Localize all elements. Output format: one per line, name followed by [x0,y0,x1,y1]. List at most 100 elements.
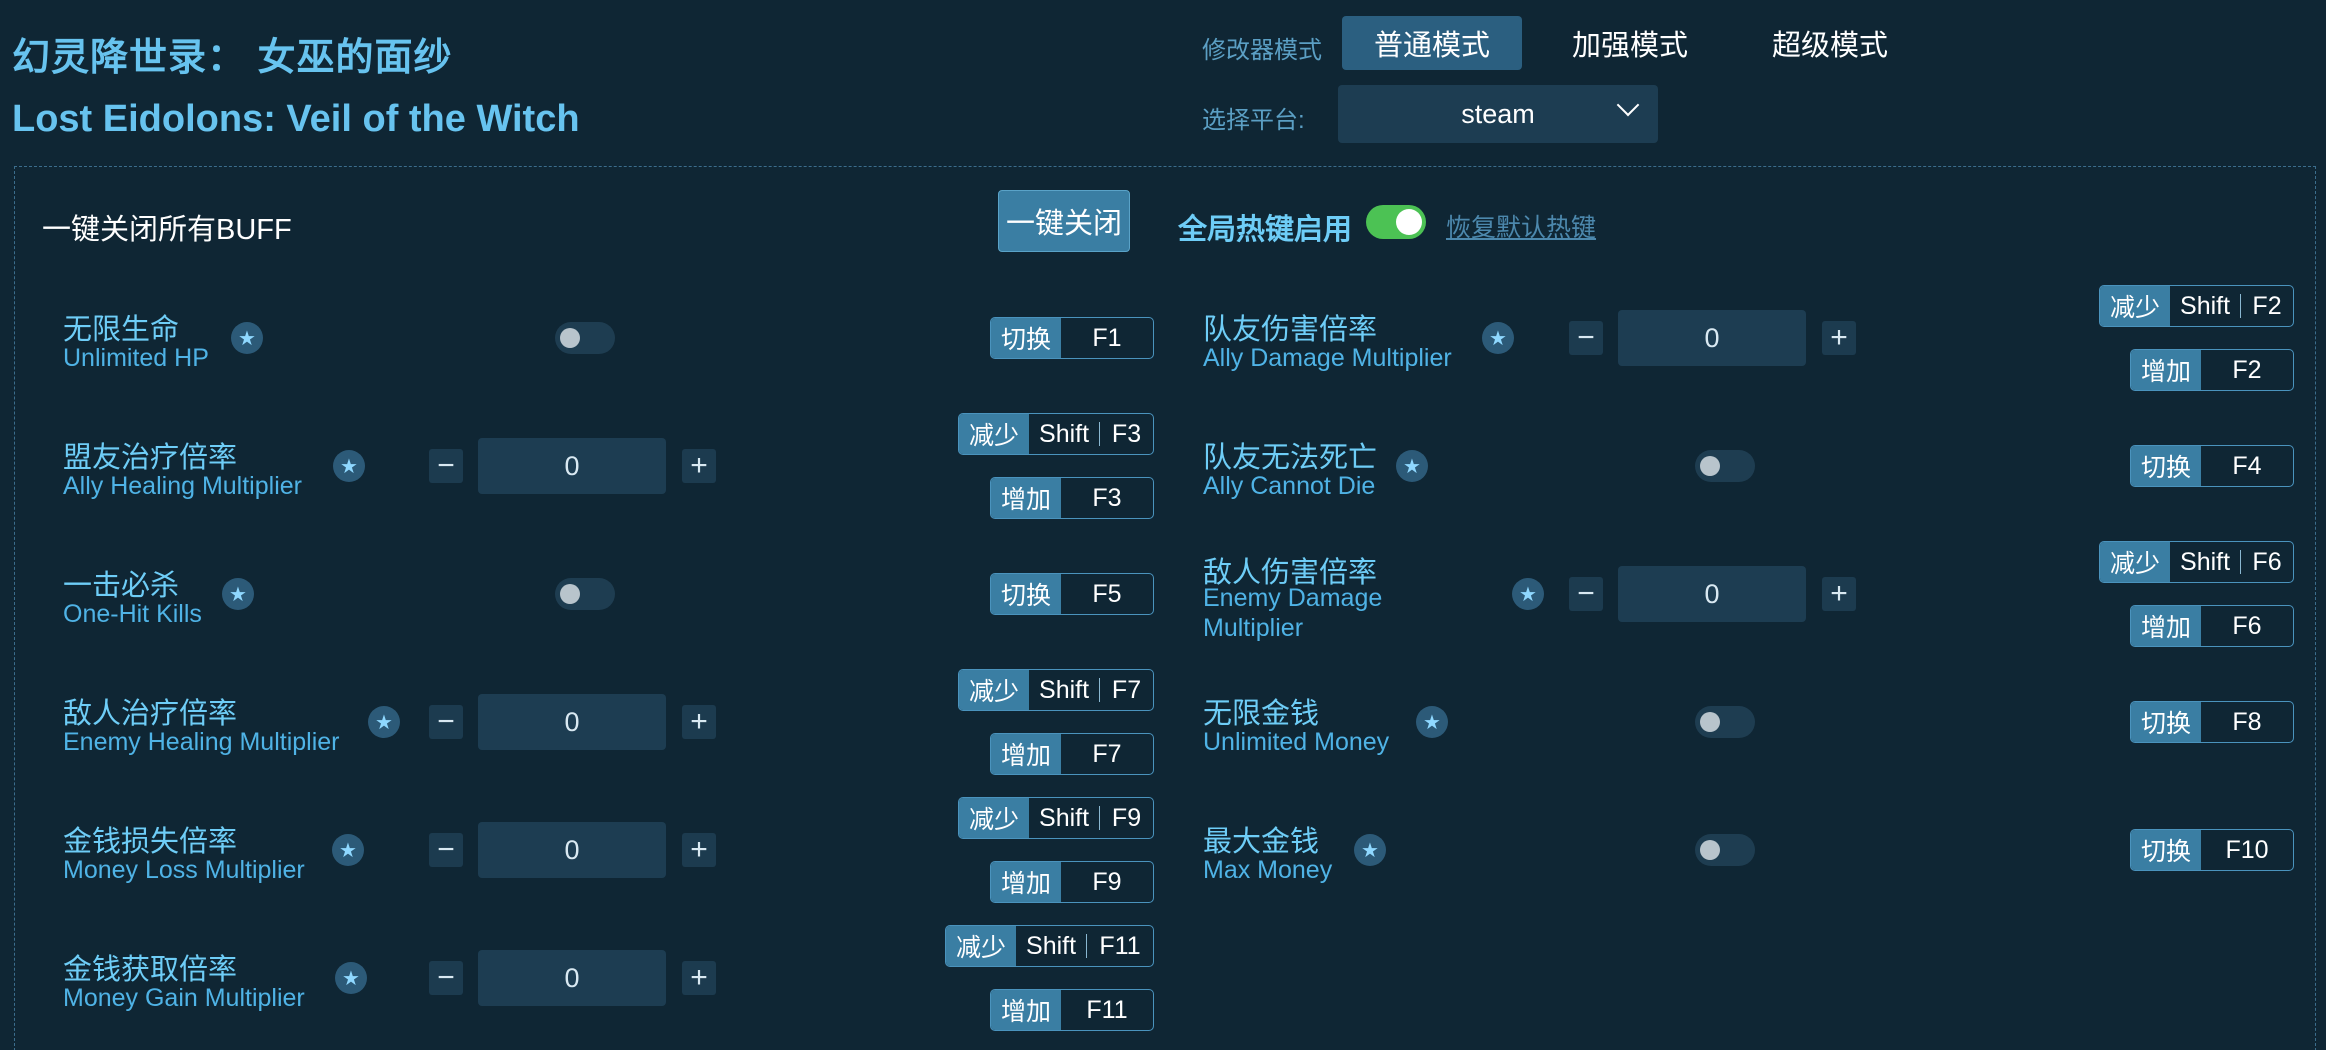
key-modifier: Shift [1039,419,1090,448]
key-value: F9 [1092,867,1122,896]
hotkey-decrease-key[interactable]: 减少 Shift F3 [958,413,1154,455]
plus-icon[interactable]: + [1822,321,1856,355]
disable-all-buff-label: 一键关闭所有BUFF [42,214,292,246]
hotkey-decrease-key[interactable]: 减少 Shift F2 [2099,285,2294,327]
key-value: F2 [2232,355,2262,384]
multiplier-value[interactable]: 0 [1618,310,1806,366]
minus-icon[interactable]: − [1569,321,1603,355]
hotkey-decrease-key[interactable]: 减少 Shift F9 [958,797,1154,839]
plus-icon[interactable]: + [682,833,716,867]
key-tag: 减少 [2100,542,2171,582]
star-icon[interactable]: ★ [231,322,263,354]
minus-icon[interactable]: − [429,833,463,867]
key-tag: 增加 [991,734,1062,774]
star-icon[interactable]: ★ [1354,834,1386,866]
cheat-name-cn: 金钱获取倍率 [63,954,238,986]
star-icon[interactable]: ★ [222,578,254,610]
mode-normal-button[interactable]: 普通模式 [1342,16,1522,70]
star-icon[interactable]: ★ [368,706,400,738]
toggle-knob [1700,840,1720,860]
key-value: F7 [1092,739,1122,768]
plus-icon[interactable]: + [682,961,716,995]
multiplier-value[interactable]: 0 [478,694,666,750]
multiplier-value[interactable]: 0 [1618,566,1806,622]
key-modifier: Shift [1026,931,1077,960]
key-tag: 切换 [991,318,1062,358]
hotkey-toggle-key[interactable]: 切换 F4 [2130,445,2294,487]
toggle-knob [1700,712,1720,732]
cheat-name-en: Unlimited Money [1203,728,1390,756]
hotkey-increase-key[interactable]: 增加 F9 [990,861,1154,903]
hotkey-decrease-key[interactable]: 减少 Shift F11 [945,925,1154,967]
star-icon[interactable]: ★ [1416,706,1448,738]
global-hotkey-label: 全局热键启用 [1178,214,1353,246]
mode-label: 修改器模式 [1202,37,1322,64]
multiplier-value[interactable]: 0 [478,438,666,494]
key-tag: 减少 [946,926,1017,966]
key-tag: 减少 [959,414,1030,454]
disable-all-button[interactable]: 一键关闭 [998,190,1130,252]
hotkey-increase-key[interactable]: 增加 F6 [2130,605,2294,647]
cheat-name-cn: 敌人治疗倍率 [63,698,238,730]
minus-icon[interactable]: − [429,705,463,739]
hotkey-toggle-key[interactable]: 切换 F5 [990,573,1154,615]
hotkey-increase-key[interactable]: 增加 F3 [990,477,1154,519]
hotkey-increase-key[interactable]: 增加 F2 [2130,349,2294,391]
multiplier-value[interactable]: 0 [478,822,666,878]
cheat-toggle[interactable] [1695,834,1755,866]
key-value: F10 [2225,835,2269,864]
key-tag: 增加 [2131,350,2202,390]
hotkey-increase-key[interactable]: 增加 F7 [990,733,1154,775]
hotkey-decrease-key[interactable]: 减少 Shift F6 [2099,541,2294,583]
minus-icon[interactable]: − [429,449,463,483]
cheat-name-cn: 无限生命 [63,314,180,346]
cheat-toggle[interactable] [555,322,615,354]
key-value: F6 [2232,611,2262,640]
star-icon[interactable]: ★ [333,450,365,482]
key-tag: 减少 [959,670,1030,710]
hotkey-toggle-key[interactable]: 切换 F8 [2130,701,2294,743]
key-value: F4 [2232,451,2262,480]
key-modifier: Shift [2180,291,2231,320]
key-modifier: Shift [1039,803,1090,832]
key-tag: 切换 [2131,446,2202,486]
plus-icon[interactable]: + [682,449,716,483]
mode-super-button[interactable]: 超级模式 [1740,16,1920,70]
key-value: F1 [1092,323,1122,352]
hotkey-increase-key[interactable]: 增加 F11 [990,989,1154,1031]
platform-label: 选择平台: [1202,107,1305,134]
cheat-name-en-line2: Multiplier [1203,614,1304,642]
star-icon[interactable]: ★ [1512,578,1544,610]
toggle-knob [560,328,580,348]
platform-select[interactable]: steam [1338,85,1658,143]
minus-icon[interactable]: − [429,961,463,995]
key-modifier: Shift [1039,675,1090,704]
mode-enhanced-button[interactable]: 加强模式 [1540,16,1720,70]
cheat-toggle[interactable] [1695,450,1755,482]
star-icon[interactable]: ★ [1482,322,1514,354]
star-icon[interactable]: ★ [335,962,367,994]
star-icon[interactable]: ★ [1396,450,1428,482]
key-value: F11 [1086,995,1128,1024]
plus-icon[interactable]: + [1822,577,1856,611]
cheat-name-cn: 金钱损失倍率 [63,826,238,858]
hotkey-toggle-key[interactable]: 切换 F10 [2130,829,2294,871]
star-icon[interactable]: ★ [332,834,364,866]
plus-icon[interactable]: + [682,705,716,739]
key-tag: 增加 [991,990,1062,1030]
hotkey-decrease-key[interactable]: 减少 Shift F7 [958,669,1154,711]
multiplier-value[interactable]: 0 [478,950,666,1006]
key-value: F3 [1111,419,1142,448]
global-hotkey-toggle[interactable] [1366,205,1426,239]
key-value: F3 [1092,483,1122,512]
cheat-toggle[interactable] [555,578,615,610]
minus-icon[interactable]: − [1569,577,1603,611]
key-modifier: Shift [2180,547,2231,576]
cheat-name-en: Max Money [1203,856,1333,884]
restore-default-hotkeys-link[interactable]: 恢复默认热键 [1446,208,1596,244]
cheat-toggle[interactable] [1695,706,1755,738]
key-value: F9 [1111,803,1142,832]
key-tag: 增加 [991,478,1062,518]
cheat-name-en: Money Loss Multiplier [63,856,305,884]
hotkey-toggle-key[interactable]: 切换 F1 [990,317,1154,359]
